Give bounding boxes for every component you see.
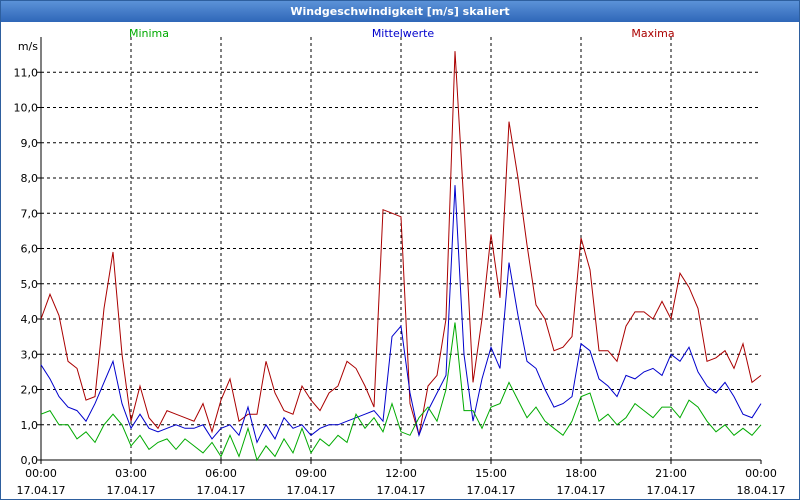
x-tick-time-label: 06:00 — [205, 467, 237, 480]
y-tick-label: 7,0 — [21, 207, 39, 220]
x-tick-time-label: 00:00 — [745, 467, 777, 480]
x-tick-date-label: 17.04.17 — [647, 484, 696, 497]
y-axis-label: m/s — [18, 40, 38, 53]
x-tick-date-label: 17.04.17 — [287, 484, 336, 497]
x-tick-date-label: 17.04.17 — [557, 484, 606, 497]
legend-minima: Minima — [129, 27, 169, 40]
x-tick-time-label: 12:00 — [385, 467, 417, 480]
y-tick-label: 2,0 — [21, 384, 39, 397]
x-tick-date-label: 18.04.17 — [737, 484, 786, 497]
grid — [41, 37, 761, 460]
x-tick-time-label: 21:00 — [655, 467, 687, 480]
y-tick-label: 6,0 — [21, 243, 39, 256]
x-tick-time-label: 18:00 — [565, 467, 597, 480]
x-tick-date-label: 17.04.17 — [377, 484, 426, 497]
legend-maxima: Maxima — [631, 27, 674, 40]
y-tick-label: 0,0 — [21, 454, 39, 467]
y-tick-label: 8,0 — [21, 172, 39, 185]
x-tick-time-label: 00:00 — [25, 467, 57, 480]
x-tick-time-label: 03:00 — [115, 467, 147, 480]
legend-mittelwerte: Mittelwerte — [372, 27, 435, 40]
y-tick-label: 9,0 — [21, 137, 39, 150]
y-tick-label: 11,0 — [14, 66, 39, 79]
y-tick-label: 10,0 — [14, 102, 39, 115]
x-tick-date-label: 17.04.17 — [107, 484, 156, 497]
x-tick-date-label: 17.04.17 — [467, 484, 516, 497]
y-tick-label: 5,0 — [21, 278, 39, 291]
axes — [37, 37, 762, 464]
y-tick-label: 4,0 — [21, 313, 39, 326]
y-tick-label: 3,0 — [21, 348, 39, 361]
y-tick-label: 1,0 — [21, 419, 39, 432]
window-title: Windgeschwindigkeit [m/s] skaliert — [1, 1, 799, 22]
x-tick-date-label: 17.04.17 — [17, 484, 66, 497]
x-tick-time-label: 09:00 — [295, 467, 327, 480]
chart-window: Windgeschwindigkeit [m/s] skaliert 0,0 1,… — [0, 0, 800, 500]
x-tick-date-label: 17.04.17 — [197, 484, 246, 497]
x-tick-time-label: 15:00 — [475, 467, 507, 480]
wind-speed-chart: 0,0 1,0 2,0 3,0 4,0 5,0 6,0 7,0 8,0 9,0 10,0 11,0 00… — [14, 27, 786, 497]
